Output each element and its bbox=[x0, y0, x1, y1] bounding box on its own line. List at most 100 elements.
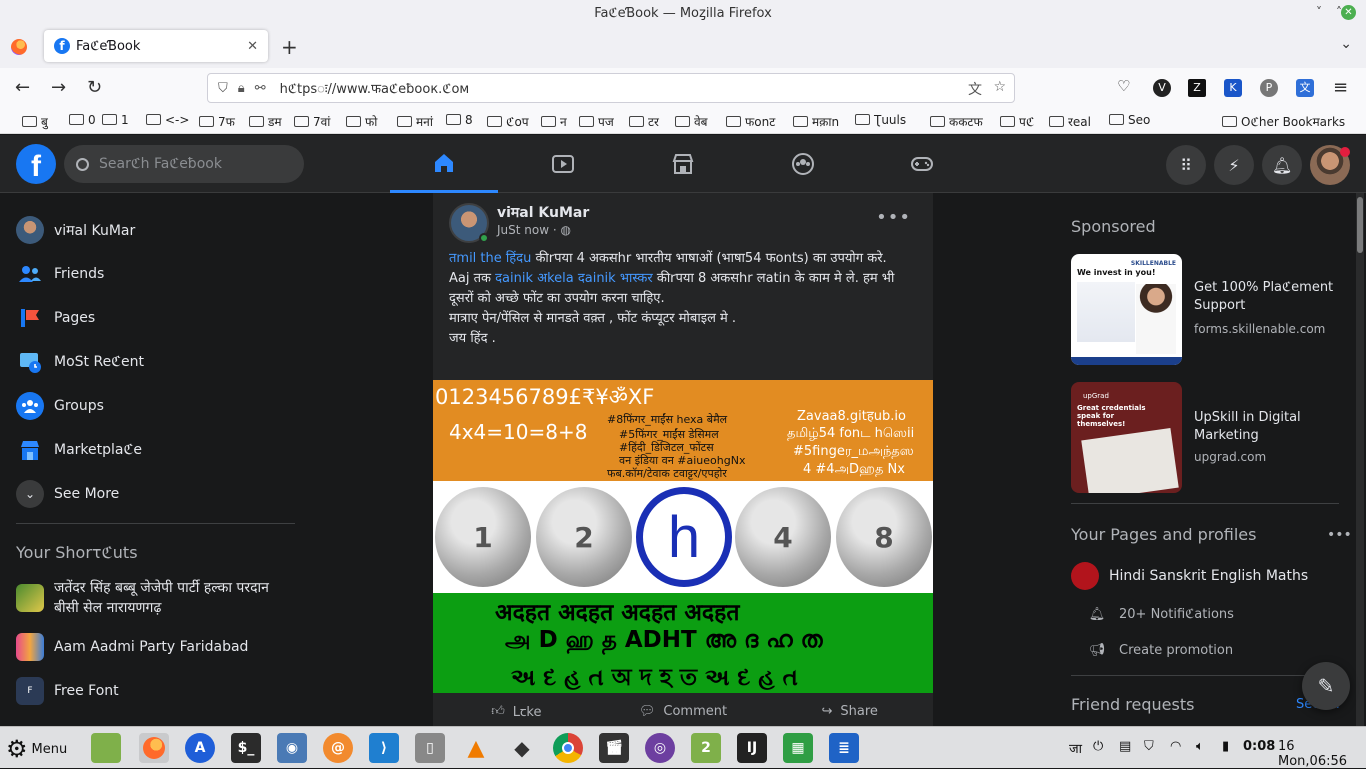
clock[interactable]: 16 Mon,06:56 bbox=[1278, 739, 1366, 769]
bookmark-folder[interactable]: 7वां bbox=[294, 113, 330, 130]
pages-options-button[interactable]: ••• bbox=[1327, 527, 1352, 543]
url-text[interactable]: hℭtpsः//www.फaℭeƀooк.ℭoм bbox=[280, 79, 470, 97]
tab-marketplace[interactable] bbox=[629, 135, 737, 193]
battery-icon[interactable]: ▮ bbox=[1222, 739, 1229, 754]
wifi-icon[interactable]: ◠ bbox=[1170, 739, 1181, 754]
bookmark-folder[interactable]: 1 bbox=[102, 113, 129, 127]
like-button[interactable]: 👍︎ Lꞇke bbox=[433, 696, 600, 726]
keyboard-layout-indicator[interactable]: जा bbox=[1069, 739, 1082, 757]
translate-extension-icon[interactable]: 文 bbox=[1296, 79, 1314, 97]
bookmark-folder[interactable]: Ʈuuls bbox=[855, 113, 906, 127]
chrome-icon[interactable] bbox=[553, 733, 583, 763]
swirl-app-icon[interactable]: @ bbox=[323, 733, 353, 763]
list-tabs-button[interactable]: ⌄ bbox=[1340, 36, 1352, 52]
inkscape-icon[interactable]: ◆ bbox=[507, 733, 537, 763]
shortcut-item[interactable]: F Free Font bbox=[16, 677, 119, 705]
post-image[interactable]: 0123456789£₹¥ॐXF 4x4=10=8+8 #8फिंगर_माईं… bbox=[433, 380, 933, 693]
shield-icon[interactable]: ⛉ bbox=[218, 81, 228, 96]
bookmark-folder[interactable]: न bbox=[541, 113, 567, 130]
sidebar-item-groups[interactable]: Groups bbox=[16, 392, 104, 420]
app-a-icon[interactable]: A bbox=[185, 733, 215, 763]
terminal-icon[interactable]: $_ bbox=[231, 733, 261, 763]
share-button[interactable]: ↪ Share bbox=[766, 696, 933, 726]
camera-icon[interactable]: ◉ bbox=[277, 733, 307, 763]
page-item[interactable]: Hindi Sanskrit English Maths bbox=[1071, 562, 1308, 590]
minimize-button[interactable]: ˅ bbox=[1316, 5, 1322, 19]
bookmark-folder[interactable]: मनां bbox=[397, 113, 433, 130]
spreadsheet-icon[interactable]: ▦ bbox=[783, 733, 813, 763]
start-menu-button[interactable]: ⚙ Menu bbox=[6, 735, 67, 763]
pinterest-icon[interactable]: P bbox=[1260, 79, 1278, 97]
comment-button[interactable]: 💬︎ Comment bbox=[600, 696, 767, 726]
page-scrollbar[interactable] bbox=[1356, 193, 1364, 726]
tab-gaming[interactable] bbox=[868, 135, 976, 193]
bookmark-star-icon[interactable]: ☆ bbox=[993, 79, 1006, 95]
extension-v-icon[interactable]: V bbox=[1153, 79, 1171, 97]
create-promotion-button[interactable]: 📢︎ Create promotion bbox=[1087, 640, 1233, 660]
url-bar[interactable]: ⛉ 🔒︎ ⚯ hℭtpsः//www.फaℭeƀooк.ℭoм 文 ☆ bbox=[207, 73, 1015, 103]
messenger-button[interactable]: ⚡︎ bbox=[1214, 145, 1254, 185]
ad-url[interactable]: forms.skillenable.com bbox=[1194, 322, 1325, 336]
extension-k-icon[interactable]: K bbox=[1224, 79, 1242, 97]
power-icon[interactable]: ⏻ bbox=[1093, 739, 1103, 754]
bookmark-folder[interactable]: <-> bbox=[146, 113, 189, 127]
bookmark-folder[interactable]: 0 bbox=[69, 113, 96, 127]
post-options-button[interactable]: ••• bbox=[876, 207, 911, 228]
vlc-icon[interactable]: ▲ bbox=[461, 733, 491, 763]
back-button[interactable]: ← bbox=[15, 77, 30, 98]
facebook-logo-icon[interactable]: f bbox=[16, 144, 56, 184]
page-notifications[interactable]: 🔔︎ 20+ Notifiℭations bbox=[1087, 604, 1234, 624]
sidebar-item-most-recent[interactable]: MoSt Reℭent bbox=[16, 348, 144, 376]
bookmark-folder[interactable]: फonट bbox=[726, 113, 775, 130]
ad-image[interactable]: upGrad Great credentials speak for thems… bbox=[1071, 382, 1182, 493]
lock-icon[interactable]: 🔒︎ bbox=[238, 81, 245, 96]
extension-z-icon[interactable]: Z bbox=[1188, 79, 1206, 97]
post-author[interactable]: viमal KuMar bbox=[497, 203, 589, 222]
bookmark-folder[interactable]: डम bbox=[249, 113, 282, 130]
phone-icon[interactable]: ▯ bbox=[415, 733, 445, 763]
scrollbar-thumb[interactable] bbox=[1357, 197, 1363, 253]
bookmark-folder[interactable]: फो bbox=[346, 113, 377, 130]
bookmark-folder[interactable]: 8 bbox=[446, 113, 473, 127]
sidebar-item-see-more[interactable]: ⌄ See More bbox=[16, 480, 119, 508]
sidebar-item-marketplace[interactable]: Marketplaℭe bbox=[16, 436, 142, 464]
bookmark-folder[interactable]: पℭ bbox=[1000, 113, 1034, 130]
permissions-icon[interactable]: ⚯ bbox=[255, 81, 266, 96]
bookmark-folder[interactable]: रeal bbox=[1049, 113, 1091, 130]
intellij-icon[interactable]: IJ bbox=[737, 733, 767, 763]
shortcut-item[interactable]: जतेंदर सिंह बब्बू जेजेपी पार्टी हल्का पर… bbox=[16, 578, 269, 618]
tab-facebook[interactable]: f FaℭeƁook ✕ bbox=[44, 30, 268, 62]
tab-groups[interactable] bbox=[749, 135, 857, 193]
ad-title[interactable]: UpSkill in Digital Marketing bbox=[1194, 409, 1354, 445]
sidebar-item-pages[interactable]: Pages bbox=[16, 304, 95, 332]
bookmark-folder[interactable]: ककटफ bbox=[930, 113, 983, 130]
bookmark-folder[interactable]: पज bbox=[579, 113, 614, 130]
ad-title[interactable]: Get 100% Plaℭement Support bbox=[1194, 279, 1354, 315]
forward-button[interactable]: → bbox=[51, 77, 66, 98]
clipboard-icon[interactable]: ▤ bbox=[1119, 739, 1131, 754]
post-link[interactable]: दainik अkela दainik भास्कर bbox=[495, 271, 653, 286]
pocket-icon[interactable]: ♡ bbox=[1117, 77, 1130, 95]
ad-image[interactable]: SKILLENABLE We invest in you! bbox=[1071, 254, 1182, 365]
firefox-icon[interactable] bbox=[11, 39, 27, 55]
file-manager-window-icon[interactable]: 2 bbox=[691, 733, 721, 763]
new-tab-button[interactable]: + bbox=[281, 35, 298, 59]
tab-home[interactable] bbox=[390, 135, 498, 193]
tab-watch[interactable] bbox=[509, 135, 617, 193]
translate-icon[interactable]: 文 bbox=[968, 79, 982, 99]
notifications-button[interactable]: 🔔︎ bbox=[1262, 145, 1302, 185]
bookmark-folder[interactable]: बु bbox=[22, 113, 48, 130]
sidebar-item-friends[interactable]: Friends bbox=[16, 260, 104, 288]
shortcut-item[interactable]: Aam Aadmi Party Faridabad bbox=[16, 633, 248, 661]
reload-button[interactable]: ↻ bbox=[87, 77, 102, 98]
facebook-search-input[interactable]: Searℭh Faℭeƀook bbox=[64, 145, 304, 183]
file-manager-icon[interactable] bbox=[91, 733, 121, 763]
other-bookmarks[interactable]: Oℭher Bookमarks bbox=[1222, 113, 1345, 130]
bookmark-folder[interactable]: टर bbox=[629, 113, 659, 130]
vscode-icon[interactable]: ⟩ bbox=[369, 733, 399, 763]
firefox-taskbar-icon[interactable] bbox=[139, 733, 169, 763]
ad-url[interactable]: upgrad.com bbox=[1194, 450, 1266, 464]
bookmark-folder[interactable]: वेब bbox=[675, 113, 708, 130]
app-menu-icon[interactable]: ≡ bbox=[1333, 77, 1348, 98]
close-window-button[interactable]: ✕ bbox=[1341, 5, 1356, 20]
